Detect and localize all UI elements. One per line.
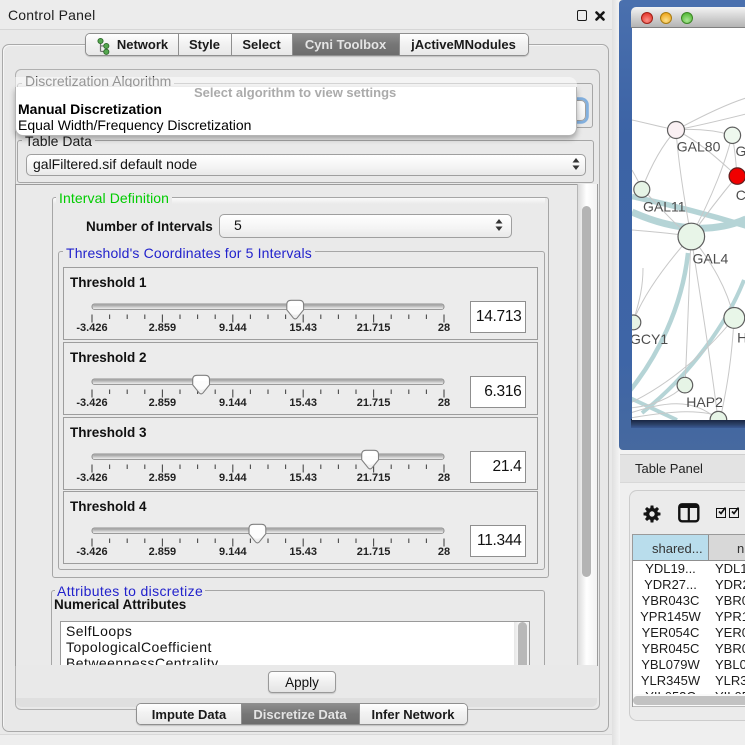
- svg-text:GAL4: GAL4: [692, 251, 728, 267]
- svg-text:GA: GA: [735, 143, 745, 159]
- svg-text:C: C: [735, 187, 745, 203]
- svg-text:GAL11: GAL11: [643, 199, 686, 215]
- svg-text:GCY1: GCY1: [632, 331, 668, 347]
- svg-text:GAL80: GAL80: [676, 138, 720, 154]
- svg-text:H: H: [737, 330, 745, 346]
- svg-text:HAP2: HAP2: [686, 394, 723, 410]
